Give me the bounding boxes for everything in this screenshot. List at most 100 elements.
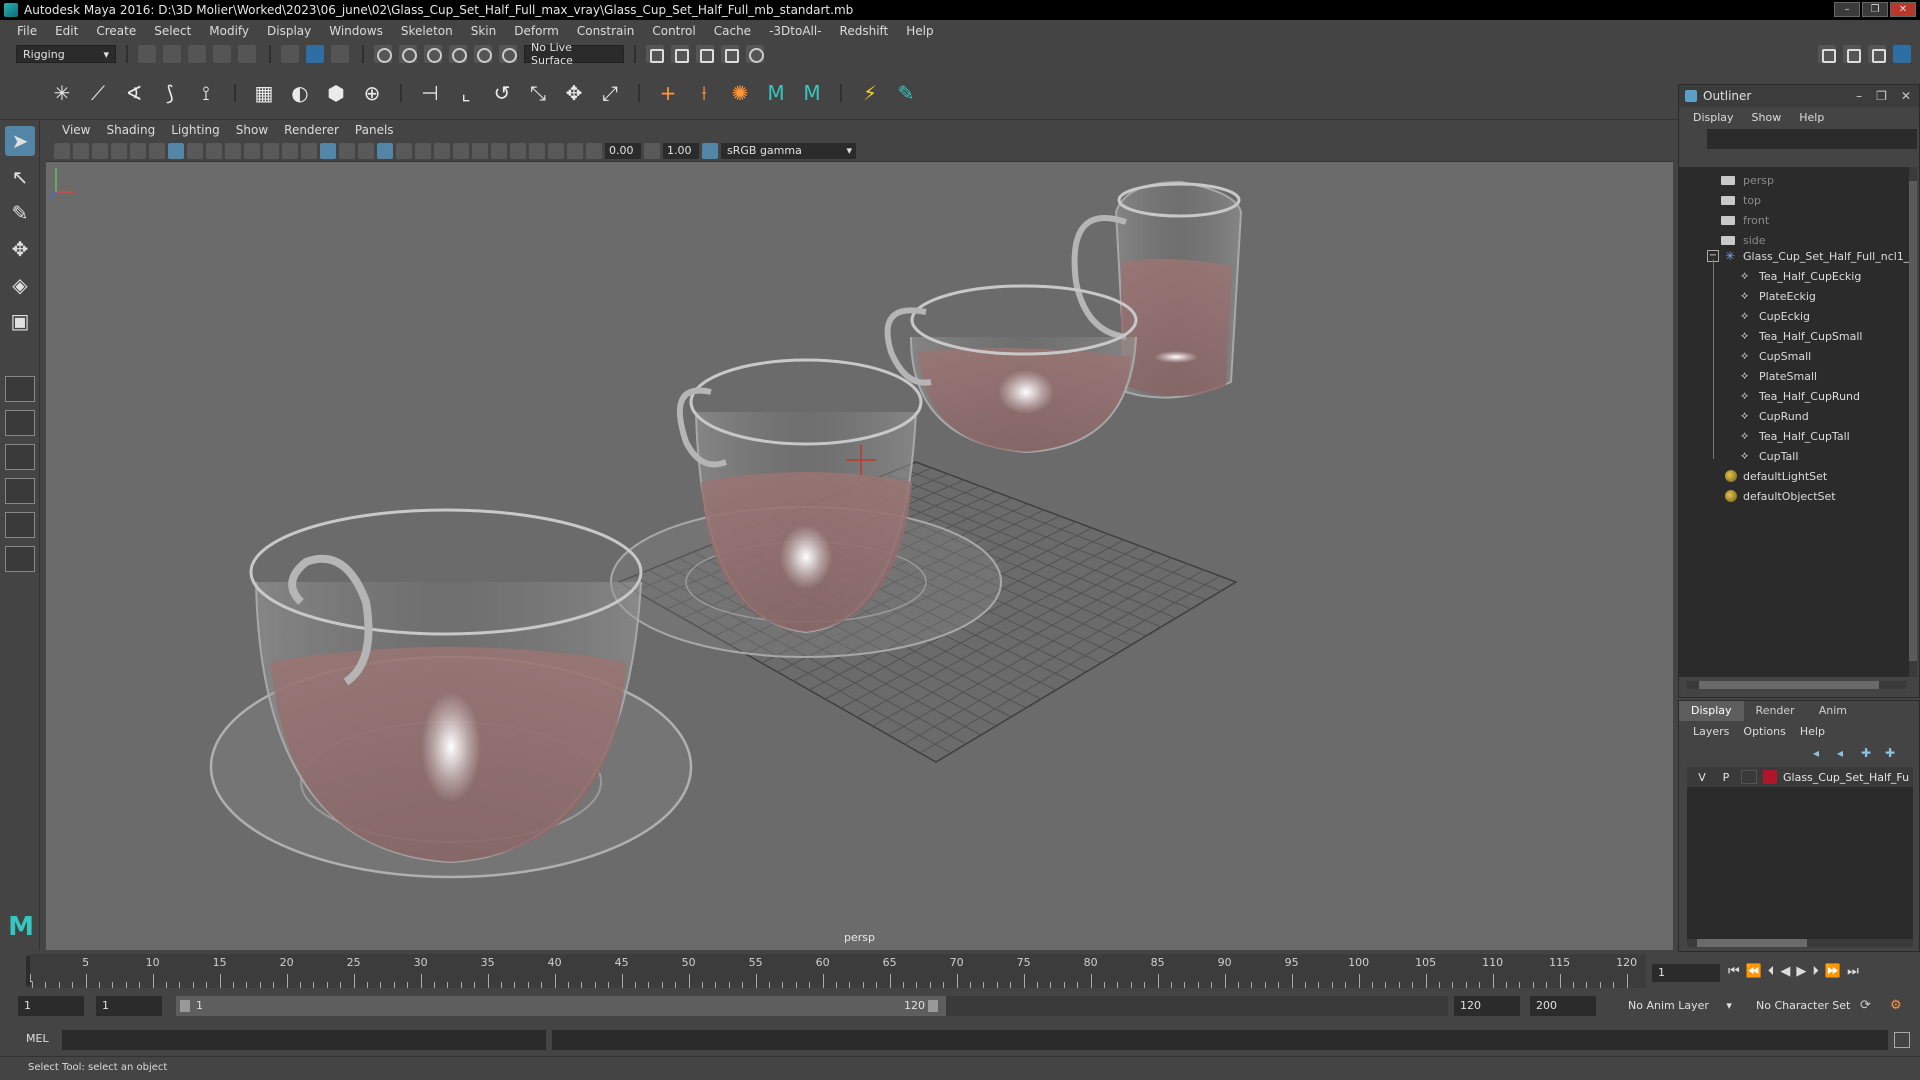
- wireframe-icon[interactable]: [301, 142, 317, 159]
- outliner-item-top[interactable]: top: [1721, 191, 1761, 209]
- menu-help[interactable]: Help: [897, 24, 942, 38]
- paint-select-icon[interactable]: ✎: [5, 198, 35, 228]
- move-layer-down-icon[interactable]: ◂: [1837, 746, 1853, 760]
- anti-aliasing-icon[interactable]: [472, 142, 488, 159]
- outliner-item-tea-half-cuprund[interactable]: ⟡ Tea_Half_CupRund: [1741, 387, 1860, 405]
- xray-components-icon[interactable]: [567, 142, 583, 159]
- command-input[interactable]: [62, 1030, 546, 1050]
- menu-select[interactable]: Select: [145, 24, 200, 38]
- select-object-icon[interactable]: [306, 45, 324, 63]
- move-layer-up-icon[interactable]: ◂: [1813, 746, 1829, 760]
- view-transform-dropdown[interactable]: sRGB gamma ▾: [721, 142, 856, 159]
- snap-curve-icon[interactable]: [399, 45, 417, 63]
- scroll-thumb[interactable]: [1909, 181, 1917, 661]
- go-to-start-icon[interactable]: ⏮: [1728, 964, 1740, 979]
- single-pane-layout-icon[interactable]: [5, 376, 35, 402]
- snap-view-icon[interactable]: [449, 45, 467, 63]
- joint-tool-icon[interactable]: ✳: [48, 79, 76, 107]
- use-all-lights-icon[interactable]: [396, 142, 412, 159]
- menu-skin[interactable]: Skin: [462, 24, 506, 38]
- vp-menu-panels[interactable]: Panels: [347, 123, 402, 137]
- pole-vector-icon[interactable]: ⤢: [596, 79, 624, 107]
- outliner-search-input[interactable]: [1707, 129, 1917, 149]
- outliner-close-button[interactable]: ✕: [1901, 89, 1911, 103]
- playback-start-field[interactable]: 1: [96, 996, 162, 1016]
- undo-icon[interactable]: [213, 45, 231, 63]
- layer-playback-toggle[interactable]: P: [1717, 771, 1735, 784]
- outliner-item-tea-half-cupsmall[interactable]: ⟡ Tea_Half_CupSmall: [1741, 327, 1863, 345]
- perspective-viewport[interactable]: persp: [46, 162, 1673, 950]
- make-live-icon[interactable]: [499, 45, 517, 63]
- insert-joint-icon[interactable]: ⟆: [156, 79, 184, 107]
- outliner-item-group[interactable]: ✳ Glass_Cup_Set_Half_Full_ncl1_: [1725, 247, 1909, 265]
- aim-constraint-icon[interactable]: ✥: [560, 79, 588, 107]
- select-hierarchy-icon[interactable]: [281, 45, 299, 63]
- gate-mask-icon[interactable]: [225, 142, 241, 159]
- layer-menu-help[interactable]: Help: [1800, 725, 1825, 738]
- save-scene-icon[interactable]: [188, 45, 206, 63]
- menu-display[interactable]: Display: [258, 24, 320, 38]
- minimize-button[interactable]: –: [1834, 2, 1860, 17]
- time-ruler[interactable]: 1 5 10 15 20 25 30 35 40 45 50 55 60 65 70 75 80 85 90 95 1…: [27, 954, 1646, 988]
- outliner-item-cupeckig[interactable]: ⟡ CupEckig: [1741, 307, 1810, 325]
- hypershade-layout-icon[interactable]: [5, 546, 35, 572]
- ik-spline-icon[interactable]: ∢: [120, 79, 148, 107]
- exposure-icon[interactable]: [586, 142, 602, 159]
- range-slider[interactable]: 1 120: [176, 996, 1448, 1016]
- select-component-icon[interactable]: [331, 45, 349, 63]
- wrap-icon[interactable]: ⊕: [358, 79, 386, 107]
- ik-handle-icon[interactable]: ⟋: [84, 79, 112, 107]
- scroll-thumb[interactable]: [1697, 939, 1807, 947]
- snap-grid-icon[interactable]: [374, 45, 392, 63]
- depth-of-field-icon[interactable]: [491, 142, 507, 159]
- current-frame-field[interactable]: 1: [1652, 964, 1720, 982]
- menu-redshift[interactable]: Redshift: [831, 24, 898, 38]
- outliner-item-cuptall[interactable]: ⟡ CupTall: [1741, 447, 1798, 465]
- character-set-dropdown[interactable]: No Character Set: [1750, 996, 1870, 1016]
- paint-weights-icon[interactable]: ✺: [726, 79, 754, 107]
- outliner-vertical-scrollbar[interactable]: [1909, 167, 1917, 677]
- play-backward-icon[interactable]: ◀: [1780, 964, 1790, 979]
- tab-anim[interactable]: Anim: [1807, 701, 1859, 721]
- lasso-tool-icon[interactable]: ↖: [5, 162, 35, 192]
- outliner-menu-help[interactable]: Help: [1799, 111, 1824, 124]
- open-scene-icon[interactable]: [163, 45, 181, 63]
- outliner-item-cupsmall[interactable]: ⟡ CupSmall: [1741, 347, 1811, 365]
- copy-weights-icon[interactable]: M: [798, 79, 826, 107]
- vp-menu-shading[interactable]: Shading: [98, 123, 163, 137]
- scroll-thumb[interactable]: [1699, 681, 1879, 689]
- smooth-shade-icon[interactable]: [320, 142, 336, 159]
- tab-render[interactable]: Render: [1744, 701, 1807, 721]
- range-end-handle[interactable]: [928, 1000, 938, 1012]
- rotate-tool-icon[interactable]: ◈: [5, 270, 35, 300]
- redo-icon[interactable]: [238, 45, 256, 63]
- channel-box-icon[interactable]: [1893, 45, 1911, 63]
- skin-bind-icon[interactable]: ⟊: [690, 79, 718, 107]
- color-management-icon[interactable]: [702, 142, 718, 159]
- outliner-persp-layout-icon[interactable]: [5, 478, 35, 504]
- outliner-maximize-button[interactable]: ❐: [1876, 89, 1887, 103]
- wireframe-on-shaded-icon[interactable]: [358, 142, 374, 159]
- layer-color-swatch[interactable]: [1763, 770, 1777, 784]
- menu-windows[interactable]: Windows: [320, 24, 392, 38]
- preferences-icon[interactable]: ⚙: [1890, 998, 1902, 1013]
- menu-3dtoall[interactable]: -3DtoAll-: [760, 24, 830, 38]
- playhead[interactable]: [26, 956, 30, 986]
- outliner-horizontal-scrollbar[interactable]: [1687, 681, 1907, 689]
- menu-cache[interactable]: Cache: [705, 24, 760, 38]
- isolate-select-icon[interactable]: [510, 142, 526, 159]
- vp-menu-show[interactable]: Show: [228, 123, 276, 137]
- outliner-item-platesmall[interactable]: ⟡ PlateSmall: [1741, 367, 1817, 385]
- scale-tool-icon[interactable]: ▣: [5, 306, 35, 336]
- menu-constrain[interactable]: Constrain: [568, 24, 644, 38]
- camera-select-icon[interactable]: [54, 142, 70, 159]
- vp-menu-view[interactable]: View: [54, 123, 98, 137]
- xray-joints-icon[interactable]: [548, 142, 564, 159]
- menu-skeleton[interactable]: Skeleton: [392, 24, 462, 38]
- layer-menu-options[interactable]: Options: [1743, 725, 1785, 738]
- outliner-item-front[interactable]: front: [1721, 211, 1769, 229]
- maximize-button[interactable]: ❐: [1862, 2, 1888, 17]
- vp-menu-lighting[interactable]: Lighting: [163, 123, 228, 137]
- animation-end-field[interactable]: 200: [1530, 996, 1596, 1016]
- delete-history-icon[interactable]: ⚡: [856, 79, 884, 107]
